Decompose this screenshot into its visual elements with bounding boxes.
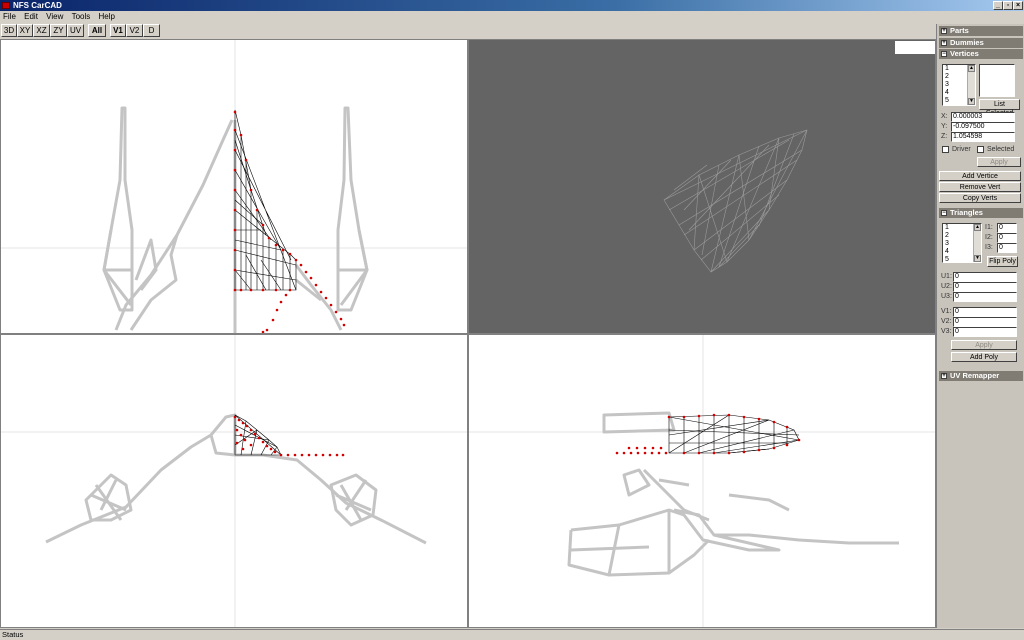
- z-field[interactable]: 1.054598: [951, 132, 1015, 142]
- flip-poly-button[interactable]: Flip Poly: [987, 256, 1018, 267]
- u1-label: U1:: [941, 273, 952, 280]
- i1-label: I1:: [985, 224, 993, 231]
- triangle-list[interactable]: 1 2 3 4 5 ▲ ▼: [942, 223, 982, 263]
- view-xy-button[interactable]: XY: [17, 24, 33, 37]
- view-xz-button[interactable]: XZ: [33, 24, 50, 37]
- menu-view[interactable]: View: [43, 11, 66, 22]
- v2-button[interactable]: V2: [126, 24, 143, 37]
- parts-title: Parts: [950, 26, 969, 35]
- vertex-list[interactable]: 1 2 3 4 5 ▲ ▼: [942, 64, 976, 106]
- y-label: Y:: [941, 123, 948, 130]
- app-icon: [2, 2, 10, 9]
- side-view-mesh: [1, 335, 467, 627]
- v1-field[interactable]: 0: [953, 307, 1017, 317]
- menu-help[interactable]: Help: [96, 11, 118, 22]
- v2-label: V2:: [941, 318, 952, 325]
- i3-label: I3:: [985, 244, 993, 251]
- viewport-top[interactable]: [468, 334, 936, 628]
- close-button[interactable]: ×: [1013, 1, 1023, 10]
- menu-file[interactable]: File: [0, 11, 19, 22]
- v3-label: V3:: [941, 328, 952, 335]
- viewport-front[interactable]: [0, 39, 468, 334]
- u2-field[interactable]: 0: [953, 282, 1017, 292]
- scroll-down-icon[interactable]: ▼: [968, 98, 975, 105]
- viewport-3d[interactable]: [468, 39, 936, 334]
- dummies-header[interactable]: + Dummies: [939, 38, 1023, 48]
- side-panel: + Parts + Dummies − Vertices 1 2 3 4 5 ▲ ▼ L…: [936, 24, 1024, 628]
- scrollbar[interactable]: ▲ ▼: [967, 65, 975, 105]
- window-title: NFS CarCAD: [13, 1, 62, 10]
- driver-label: Driver: [952, 146, 971, 153]
- selected-checkbox[interactable]: [977, 146, 984, 153]
- menu-edit[interactable]: Edit: [21, 11, 41, 22]
- triangles-title: Triangles: [950, 208, 983, 217]
- i1-field[interactable]: 0: [997, 223, 1017, 233]
- status-bar: Status: [0, 629, 1024, 640]
- driver-checkbox[interactable]: [942, 146, 949, 153]
- vertices-header[interactable]: − Vertices: [939, 49, 1023, 59]
- d-button[interactable]: D: [143, 24, 160, 37]
- x-label: X:: [941, 113, 948, 120]
- view-3d-button[interactable]: 3D: [1, 24, 17, 37]
- v1-button[interactable]: V1: [110, 24, 126, 37]
- toolbar: 3D XY XZ ZY UV All V1 V2 D: [0, 23, 936, 38]
- triangles-header[interactable]: − Triangles: [939, 208, 1023, 218]
- v2-field[interactable]: 0: [953, 317, 1017, 327]
- dummies-title: Dummies: [950, 38, 984, 47]
- apply-poly-button[interactable]: Apply: [951, 340, 1017, 350]
- expand-icon[interactable]: +: [941, 40, 947, 46]
- view-uv-button[interactable]: UV: [67, 24, 84, 37]
- vertices-title: Vertices: [950, 49, 979, 58]
- scrollbar[interactable]: ▲ ▼: [973, 224, 981, 262]
- u2-label: U2:: [941, 283, 952, 290]
- u3-field[interactable]: 0: [953, 292, 1017, 302]
- copy-verts-button[interactable]: Copy Verts: [939, 193, 1021, 203]
- 3d-view-mesh: [663, 41, 935, 273]
- x-field[interactable]: 0.000003: [951, 112, 1015, 122]
- scroll-up-icon[interactable]: ▲: [974, 224, 981, 231]
- parts-header[interactable]: + Parts: [939, 26, 1023, 36]
- v1-label: V1:: [941, 308, 952, 315]
- expand-icon[interactable]: +: [941, 28, 947, 34]
- show-all-button[interactable]: All: [88, 24, 106, 37]
- v3-field[interactable]: 0: [953, 327, 1017, 337]
- front-view-mesh: [1, 40, 467, 333]
- y-field[interactable]: -0.097500: [951, 122, 1015, 132]
- title-bar: NFS CarCAD _ ▫ ×: [0, 0, 1024, 11]
- i3-field[interactable]: 0: [997, 243, 1017, 253]
- selected-label: Selected: [987, 146, 1015, 153]
- apply-vertex-button[interactable]: Apply: [977, 157, 1021, 167]
- scroll-down-icon[interactable]: ▼: [974, 255, 981, 262]
- add-vertice-button[interactable]: Add Vertice: [939, 171, 1021, 181]
- menu-bar: File Edit View Tools Help: [0, 11, 1024, 22]
- list-selected-button[interactable]: List Selected: [979, 99, 1020, 117]
- menu-tools[interactable]: Tools: [69, 11, 94, 22]
- status-text: Status: [2, 630, 24, 639]
- collapse-icon[interactable]: −: [941, 210, 947, 216]
- uv-remapper-title: UV Remapper: [950, 371, 1000, 380]
- top-view-mesh: [469, 335, 935, 627]
- minimize-button[interactable]: _: [993, 1, 1003, 10]
- u1-field[interactable]: 0: [953, 272, 1017, 282]
- i2-field[interactable]: 0: [997, 233, 1017, 243]
- remove-vert-button[interactable]: Remove Vert: [939, 182, 1021, 192]
- i2-label: I2:: [985, 234, 993, 241]
- uv-remapper-header[interactable]: + UV Remapper: [939, 371, 1023, 381]
- u3-label: U3:: [941, 293, 952, 300]
- view-zy-button[interactable]: ZY: [50, 24, 67, 37]
- add-poly-button[interactable]: Add Poly: [951, 352, 1017, 362]
- z-label: Z:: [941, 133, 948, 140]
- collapse-icon[interactable]: −: [941, 51, 947, 57]
- selected-vertex-preview: [979, 64, 1015, 97]
- maximize-button[interactable]: ▫: [1003, 1, 1013, 10]
- viewport-side[interactable]: [0, 334, 468, 628]
- expand-icon[interactable]: +: [941, 373, 947, 379]
- scroll-up-icon[interactable]: ▲: [968, 65, 975, 72]
